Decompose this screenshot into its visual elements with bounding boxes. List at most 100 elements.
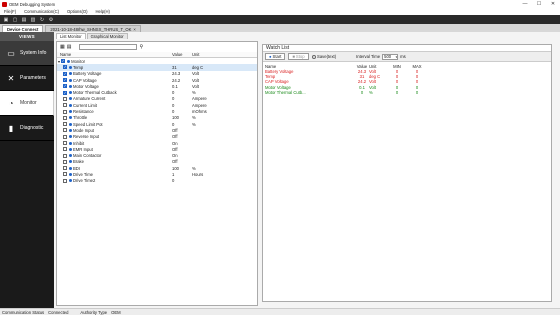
- row-checkbox[interactable]: [63, 159, 67, 164]
- node-icon: [68, 122, 72, 126]
- tab-close-icon[interactable]: ×: [133, 27, 135, 32]
- tree-row[interactable]: Drive Time 1 Hours: [57, 171, 257, 177]
- settings-icon[interactable]: ⚙: [48, 17, 54, 23]
- row-checkbox[interactable]: [63, 134, 67, 139]
- row-checkbox[interactable]: ✓: [63, 90, 67, 95]
- tree-row[interactable]: ✓ Battery Voltage 24.3 Volt: [57, 71, 257, 77]
- row-name: Reverse Input: [73, 134, 100, 140]
- row-checkbox[interactable]: ✓: [63, 65, 67, 70]
- tab-graphical-monitor[interactable]: Graphical Monitor: [86, 33, 128, 39]
- refresh-icon[interactable]: ↻: [39, 17, 45, 23]
- tree-row[interactable]: Speed Limit Pot 0%: [57, 121, 257, 127]
- minimize-button[interactable]: —: [518, 0, 532, 8]
- tree-row[interactable]: ✓ CAP Voltage 24.2 Volt: [57, 77, 257, 83]
- main-panel: List Monitor Graphical Monitor ▦ ▤ ⚲ Nam…: [54, 32, 560, 308]
- tree-row[interactable]: Resistance 0 mOhms: [57, 108, 257, 114]
- row-checkbox[interactable]: [63, 153, 67, 158]
- connect-icon[interactable]: ▣: [3, 17, 9, 23]
- row-value: 0: [172, 121, 175, 127]
- menu-communication[interactable]: Communication(C): [24, 9, 59, 14]
- tree-row[interactable]: Throttle 100%: [57, 115, 257, 121]
- maximize-button[interactable]: ☐: [532, 0, 546, 8]
- row-value: 100: [172, 115, 179, 121]
- watch-list-panel: Watch List ● Start ■ Stop Save(text) Int…: [262, 44, 552, 302]
- search-icon[interactable]: ⚲: [139, 44, 143, 50]
- row-name: Resistance: [73, 109, 94, 115]
- row-checkbox[interactable]: [63, 147, 67, 152]
- collapse-arrow-icon[interactable]: ▾: [58, 59, 60, 64]
- row-checkbox[interactable]: [63, 96, 67, 101]
- watch-col-name: Name: [265, 63, 277, 69]
- tab-list-monitor[interactable]: List Monitor: [56, 33, 86, 39]
- root-checkbox[interactable]: ✓: [61, 59, 66, 64]
- row-name: EMR Input: [73, 146, 93, 152]
- start-button[interactable]: ● Start: [265, 53, 286, 60]
- row-checkbox[interactable]: ✓: [63, 71, 67, 76]
- tree-row[interactable]: Drive Time2 0: [57, 178, 257, 184]
- stop-button[interactable]: ■ Stop: [288, 53, 309, 60]
- expand-all-icon[interactable]: ▦: [60, 44, 65, 50]
- row-name: Drive Time2: [73, 178, 96, 184]
- row-name: Motor Voltage: [73, 83, 99, 89]
- column-unit: Unit: [192, 52, 200, 57]
- tree-row[interactable]: Current Limit 0 Ampere: [57, 102, 257, 108]
- close-button[interactable]: ✕: [546, 0, 560, 8]
- open-icon[interactable]: ▤: [21, 17, 27, 23]
- save-icon[interactable]: ▥: [30, 17, 36, 23]
- watch-col-max: MAX: [412, 63, 422, 69]
- row-checkbox[interactable]: [63, 122, 67, 127]
- monitor-tree: ▦ ▤ ⚲ Name Value Unit ▾ ✓ Monitor ✓ Temp 3…: [56, 41, 258, 306]
- row-checkbox[interactable]: ✓: [63, 78, 67, 83]
- sidebar-item-parameters[interactable]: ✕ Parameters: [0, 66, 54, 91]
- row-name: Inhibit: [73, 140, 85, 146]
- tab-session-file[interactable]: 2021-10-18-48rhw_SHNSX_THRUS_T_OK ×: [45, 25, 141, 32]
- row-checkbox[interactable]: [63, 172, 67, 177]
- menu-file[interactable]: File(F): [4, 9, 16, 14]
- sidebar-item-monitor[interactable]: ◔ Monitor: [0, 91, 54, 116]
- row-name: CAP Voltage: [73, 77, 97, 83]
- row-unit: Ampere: [192, 102, 207, 108]
- menu-help[interactable]: Help(H): [96, 9, 110, 14]
- row-checkbox[interactable]: [63, 166, 67, 171]
- search-input[interactable]: [79, 44, 138, 50]
- sidebar-item-system-info[interactable]: ▭ System Info: [0, 41, 54, 66]
- row-name: Speed Limit Pot: [73, 121, 103, 127]
- tree-row[interactable]: ✓ Temp 31 deg C: [57, 64, 257, 71]
- row-checkbox[interactable]: [63, 178, 67, 183]
- row-name: Throttle: [73, 115, 88, 121]
- tab-device-connect[interactable]: Device Connect: [2, 25, 44, 32]
- row-checkbox[interactable]: [63, 115, 67, 120]
- save-text-radio[interactable]: [311, 54, 316, 59]
- disconnect-icon[interactable]: ▢: [12, 17, 18, 23]
- tree-row[interactable]: Armature Current 0 Ampere: [57, 96, 257, 102]
- dropdown-icon[interactable]: ▾: [396, 55, 398, 59]
- row-checkbox[interactable]: [63, 141, 67, 145]
- collapse-all-icon[interactable]: ▤: [67, 44, 72, 50]
- row-checkbox[interactable]: [63, 128, 67, 133]
- row-unit: deg C: [192, 64, 204, 70]
- tree-row[interactable]: ✓ Motor Thermal Cutback 0%: [57, 89, 257, 95]
- watch-rows: Battery Voltage 24.3 Volt 0 0 Temp 31 deg C 0 0 CA…: [263, 69, 551, 95]
- row-value: 1: [172, 171, 175, 177]
- row-checkbox[interactable]: [63, 109, 67, 114]
- views-header: VIEWS: [0, 32, 54, 41]
- row-unit: Volt: [192, 71, 199, 77]
- node-icon: [68, 166, 72, 170]
- watch-row[interactable]: Motor Thermal Cutb... 0% 0 0: [263, 90, 551, 95]
- watch-row-value: 0: [360, 89, 364, 95]
- sidebar-item-diagnostic[interactable]: ▮ Diagnostic: [0, 116, 54, 141]
- tree-row[interactable]: BDI 100%: [57, 165, 257, 171]
- row-unit: %: [192, 165, 196, 171]
- menu-options[interactable]: Options(O): [67, 9, 87, 14]
- watch-col-value: Value: [356, 63, 368, 69]
- interval-input[interactable]: 500 ▾: [382, 53, 399, 60]
- tree-row[interactable]: ✓ Motor Voltage 0.1 Volt: [57, 83, 257, 89]
- row-checkbox[interactable]: ✓: [63, 84, 67, 89]
- row-value: 31: [172, 64, 177, 70]
- row-checkbox[interactable]: [63, 103, 67, 108]
- node-icon: [68, 103, 72, 107]
- row-name: Armature Current: [73, 96, 106, 102]
- play-icon: ●: [269, 54, 272, 59]
- comm-status-label: Communication Status: [2, 309, 45, 315]
- save-text-label: Save(text): [317, 54, 337, 59]
